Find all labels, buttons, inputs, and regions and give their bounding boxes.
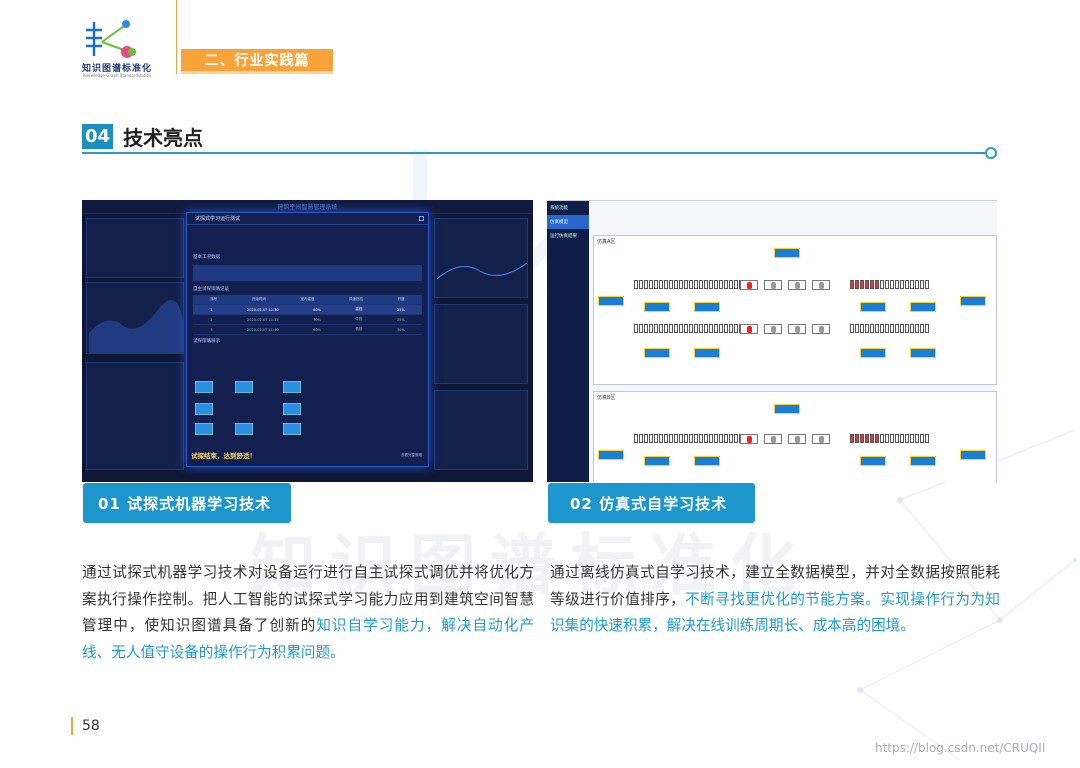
strategy-node (235, 423, 253, 435)
strategy-node (283, 423, 301, 435)
source-credit: https://blog.csdn.net/CRUQII (875, 741, 1046, 755)
equipment-cell (812, 324, 830, 334)
topology-node (694, 302, 720, 312)
equipment-cell (740, 324, 758, 334)
simulation-zone-a: 仿真A区 (593, 235, 997, 385)
trial-end-message: 试探结束，达到舒适！ (191, 452, 256, 460)
strategy-node (283, 403, 301, 415)
equipment-cell (740, 280, 758, 290)
modal-title: 试探式学习运行测试 (187, 213, 428, 225)
sidebar-item[interactable]: 系统功能 (547, 201, 589, 215)
dashboard-panel (86, 362, 184, 470)
heading-number: 04 (82, 124, 114, 149)
topology-node (960, 450, 986, 460)
equipment-strip (850, 434, 929, 443)
modal-basic-section: 基本工况数据 (193, 255, 220, 260)
strategy-node (195, 403, 213, 415)
strategy-node (195, 381, 213, 393)
page-number: 58 (82, 718, 100, 734)
close-icon[interactable] (419, 216, 424, 221)
table-row[interactable]: 3 2020-02-07 11:40 60% 低档 30% (193, 325, 422, 335)
simulation-screenshot: 系统功能 仿真模型 运行仿真结果 仿真A区 仿真B区 (547, 200, 997, 482)
heading-rule-dot (985, 147, 997, 159)
equipment-cell (788, 324, 806, 334)
topology-node (960, 296, 986, 306)
topology-node (860, 348, 886, 358)
equipment-strip (850, 324, 929, 333)
header-divider (176, 0, 177, 74)
topology-node (910, 348, 936, 358)
equipment-cell (764, 434, 782, 444)
topology-node (774, 404, 800, 414)
topology-node (694, 348, 720, 358)
topology-node (910, 456, 936, 466)
equipment-cell (764, 324, 782, 334)
table-row[interactable]: 1 2020-02-07 11:30 60% 高档 25% (193, 305, 422, 315)
topology-node (644, 348, 670, 358)
strategy-node (235, 381, 253, 393)
dashboard-panel (434, 304, 528, 384)
dashboard-title: 建筑空间智慧管理系统 (277, 204, 338, 211)
table-header: 序号 开始时间 室内温度 风速档位 开度 (193, 295, 422, 305)
caption-simulation-learning: 02 仿真式自学习技术 (548, 483, 755, 523)
topology-node (694, 456, 720, 466)
equipment-strip (850, 280, 929, 289)
equipment-cell (812, 280, 830, 290)
simulation-zone-b: 仿真B区 (593, 391, 997, 482)
section-heading: 04 技术亮点 (82, 122, 203, 151)
paragraph-left: 通过试探式机器学习技术对设备运行进行自主试探式调优并将优化方案执行操作控制。把人… (82, 560, 534, 666)
trial-modal: 试探式学习运行测试 基本工况数据 自主试探策略记录 序号 开始时间 室内温度 风… (186, 212, 429, 467)
dashboard-panel (434, 390, 528, 470)
section-tag-underline (181, 71, 333, 74)
modal-basic-bar (193, 265, 422, 281)
page-number-bar (71, 717, 73, 735)
paragraph-right: 通过离线仿真式自学习技术，建立全数据模型，并对全数据按照能耗等级进行价值排序，不… (550, 560, 1000, 640)
topology-node (860, 302, 886, 312)
equipment-cell (788, 434, 806, 444)
heading-rule (82, 152, 986, 154)
sidebar-item[interactable]: 仿真模型 (547, 215, 589, 229)
strategy-node (283, 381, 301, 393)
equipment-strip (634, 324, 743, 333)
section-tag: 二、行业实践篇 (181, 49, 333, 71)
strategy-node (195, 423, 213, 435)
topology-node (598, 450, 624, 460)
zone-a-label: 仿真A区 (597, 239, 616, 245)
equipment-strip (634, 280, 743, 289)
topology-node (598, 296, 624, 306)
modal-path-section: 试探策略展示 (193, 339, 220, 344)
topology-node (644, 456, 670, 466)
equipment-cell (812, 434, 830, 444)
equipment-cell (764, 280, 782, 290)
equipment-cell (740, 434, 758, 444)
heading-title: 技术亮点 (123, 126, 204, 150)
topology-node (910, 302, 936, 312)
modal-record-section: 自主试探策略记录 (193, 287, 229, 292)
dashboard-panel (434, 218, 528, 298)
simulation-sidebar: 系统功能 仿真模型 运行仿真结果 (547, 201, 589, 482)
zone-b-label: 仿真B区 (597, 395, 616, 401)
equipment-strip (634, 434, 743, 443)
topology-node (860, 456, 886, 466)
view-strategy-button[interactable]: 查看完整策略 (401, 453, 422, 458)
equipment-cell (788, 280, 806, 290)
sidebar-item[interactable]: 运行仿真结果 (547, 229, 589, 243)
topology-node (644, 302, 670, 312)
dashboard-panel (86, 282, 184, 354)
logo-subtitle: Knowledge Graph Standardization (83, 73, 152, 78)
dashboard-panel (86, 218, 184, 278)
topology-node (774, 248, 800, 258)
table-row[interactable]: 2 2020-02-07 11:35 70% 中档 25% (193, 315, 422, 325)
caption-trial-learning: 01 试探式机器学习技术 (83, 483, 291, 523)
trial-learning-screenshot: 建筑空间智慧管理系统 试探式学习运行测试 基本工况数据 自主试探策略记录 序号 … (82, 200, 533, 482)
